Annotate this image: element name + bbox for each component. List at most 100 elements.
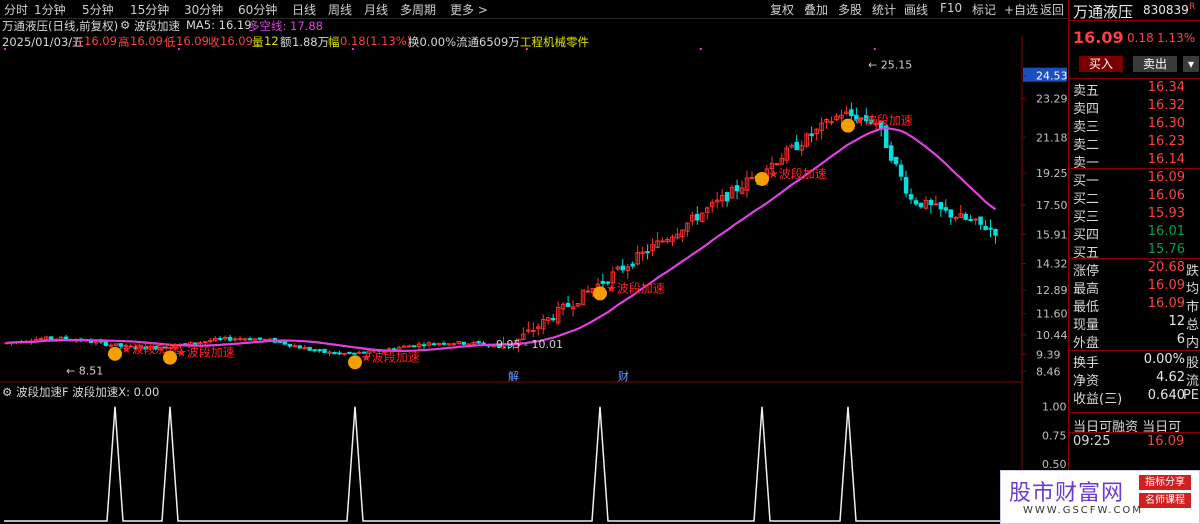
candle-body — [933, 203, 939, 206]
indicator-panel-title[interactable]: 波段加速F — [16, 385, 69, 399]
price-tick-label: 19.25 — [1036, 167, 1068, 180]
candle-body — [282, 341, 288, 345]
back-button[interactable]: 返回 — [1040, 1, 1064, 18]
stats-button[interactable]: 统计 — [872, 1, 896, 18]
candle-body — [600, 280, 606, 284]
signal-icon — [841, 118, 855, 133]
candle-body — [963, 213, 968, 220]
candle-body — [421, 344, 427, 347]
period-tab-multi[interactable]: 多周期 — [400, 1, 436, 18]
candle-body — [287, 343, 293, 347]
candle-body — [794, 141, 799, 151]
add-favorite-button[interactable]: +自选 — [1004, 1, 1038, 18]
candle-body — [968, 218, 973, 221]
quote-row-value: 16.32 — [1147, 98, 1185, 113]
period-tab-more[interactable]: 更多 > — [450, 1, 488, 18]
period-tab-1min[interactable]: 1分钟 — [34, 1, 66, 18]
quote-row: 买一 16.09 — [1073, 170, 1200, 189]
price-axis: 24.53 23.29 21.18 19.25 17.50 15.91 14.32 12.89… — [1022, 67, 1068, 378]
candle-body — [928, 200, 934, 206]
f10-button[interactable]: F10 — [940, 1, 962, 15]
indicator-series: 1.00 0.75 0.50 — [4, 401, 1067, 522]
quote-row-label: 卖四 — [1073, 102, 1100, 117]
quote-row-label: 买二 — [1073, 192, 1100, 207]
quote-row-value: 15.76 — [1147, 242, 1185, 257]
chg-label: 幅 — [328, 35, 340, 49]
duokong-value: 多空线: 17.88 — [248, 19, 323, 33]
candle-body — [774, 163, 780, 166]
multi-stock-button[interactable]: 多股 — [838, 1, 862, 18]
period-tab-monthly[interactable]: 月线 — [364, 1, 388, 18]
close-value: 16.09 — [220, 34, 253, 48]
quote-row: 最低 16.09 市 — [1073, 296, 1200, 315]
gear-icon[interactable]: ⚙ — [120, 18, 130, 32]
candle-body — [988, 227, 993, 230]
candle-body — [103, 341, 109, 346]
period-tab-fenshi[interactable]: 分时 — [4, 1, 28, 18]
quote-row-value: 12 — [1168, 314, 1185, 329]
quote-row-label: 净资 — [1073, 374, 1100, 389]
quote-row-unit: PE — [1182, 388, 1199, 403]
quote-row-value: 16.30 — [1147, 116, 1185, 131]
watermark-tag2: 名师课程 — [1139, 493, 1191, 508]
expand-icon[interactable]: ▾ — [1183, 56, 1199, 72]
mark-button[interactable]: 标记 — [972, 1, 996, 18]
period-tab-5min[interactable]: 5分钟 — [82, 1, 114, 18]
quote-row-value: 16.34 — [1147, 80, 1185, 95]
period-tab-weekly[interactable]: 周线 — [328, 1, 352, 18]
gear-icon[interactable]: ⚙ — [2, 385, 12, 399]
candle-body — [208, 340, 213, 343]
quote-row-value: 0.00% — [1143, 352, 1185, 367]
tick-price: 16.09 — [1147, 434, 1185, 449]
signal-icon — [755, 171, 769, 186]
stock-title: 万通液压(日线,前复权) — [2, 19, 119, 33]
period-tab-30min[interactable]: 30分钟 — [184, 1, 223, 18]
price-tick-label: 10.44 — [1036, 329, 1068, 342]
period-tab-15min[interactable]: 15分钟 — [130, 1, 169, 18]
candle-body — [978, 216, 983, 225]
quote-row-value: 0.640 — [1147, 388, 1185, 403]
quote-row-unit: 流 — [1185, 374, 1199, 389]
draw-line-button[interactable]: 画线 — [904, 1, 928, 18]
restore-rights-button[interactable]: 复权 — [770, 1, 794, 18]
chart-grid — [0, 36, 1023, 523]
open-label: 开 — [72, 35, 84, 49]
buy-button[interactable]: 买入 — [1079, 56, 1123, 72]
overlay-button[interactable]: 叠加 — [804, 1, 828, 18]
top-dot — [699, 48, 702, 50]
quote-row-label: 卖二 — [1073, 138, 1100, 153]
signal-label: ★波段加速 — [176, 345, 235, 360]
candle-body — [307, 347, 312, 351]
quote-row: 外盘 6 内 — [1073, 332, 1200, 351]
candle-body — [993, 228, 998, 236]
period-tab-60min[interactable]: 60分钟 — [238, 1, 277, 18]
candle-body — [332, 351, 337, 355]
quote-row-label: 卖三 — [1073, 120, 1100, 135]
tick-time: 09:25 — [1073, 434, 1111, 449]
price-tick-label: 12.89 — [1036, 284, 1068, 297]
price-tick-label: 11.60 — [1036, 308, 1068, 321]
quote-row-label: 外盘 — [1073, 336, 1100, 351]
sell-button[interactable]: 卖出 — [1133, 56, 1177, 72]
quote-row-label: 换手 — [1073, 356, 1100, 371]
price-tick-label: 23.29 — [1036, 93, 1068, 106]
kline-chart[interactable]: 1.00 0.75 0.50 ← 25.15 ← 8.51 9.95 - 10.01 解 财… — [0, 18, 1068, 523]
candle-body — [257, 337, 263, 340]
candle-body — [550, 317, 556, 321]
signal-icon — [593, 286, 607, 301]
indicator-panel-title-row: ⚙ 波段加速F 波段加速X: 0.00 — [2, 384, 159, 400]
quote-row: 涨停 20.68 跌 — [1073, 260, 1200, 279]
quote-row-value: 20.68 — [1147, 260, 1185, 275]
period-tab-daily[interactable]: 日线 — [292, 1, 316, 18]
candle-body — [232, 338, 238, 341]
candle-body — [630, 263, 635, 267]
candle-body — [809, 133, 814, 137]
candle-body — [903, 177, 909, 194]
quote-row-unit: 市 — [1185, 300, 1199, 315]
candle-body — [973, 218, 978, 221]
candle-body — [312, 349, 317, 352]
candle-body — [893, 156, 899, 165]
sidebar-stock-code: 830839 — [1143, 3, 1189, 17]
indicator-name[interactable]: 波段加速 — [134, 18, 180, 34]
candle-body — [431, 343, 437, 346]
